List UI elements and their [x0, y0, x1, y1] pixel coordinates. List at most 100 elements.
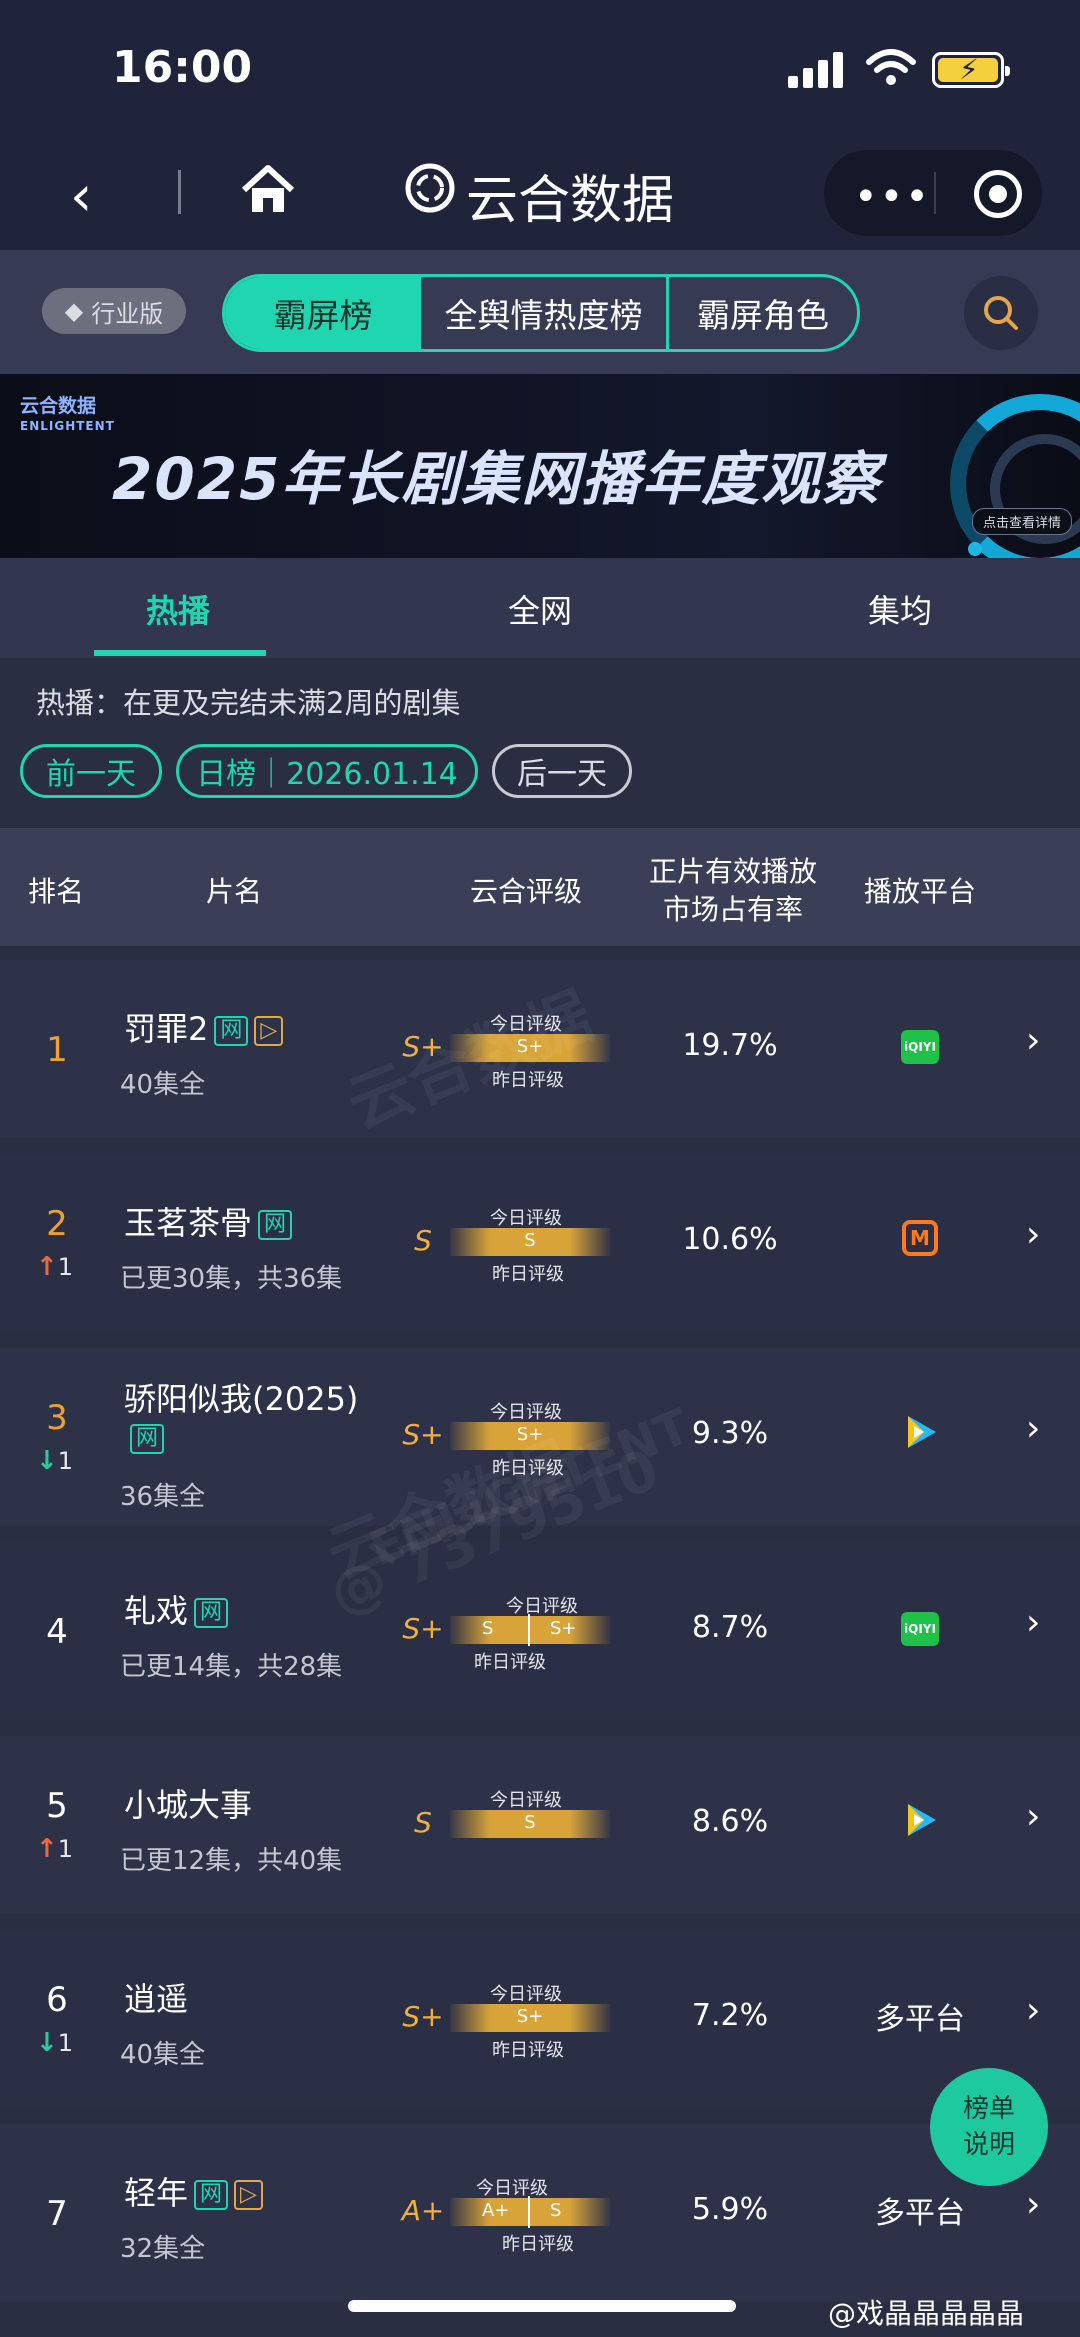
- drama-title: 轻年网 ▷: [124, 2168, 263, 2214]
- platform: iQIYI: [860, 1606, 980, 1646]
- episode-status: 已更12集，共40集: [120, 1846, 343, 1876]
- close-miniprogram-icon[interactable]: [974, 170, 1022, 218]
- network-drama-tag: 网: [214, 1016, 249, 1046]
- drama-title: 罚罪2 网 ▷: [124, 1004, 284, 1050]
- drama-title-text: 轻年: [124, 2174, 189, 2212]
- yesterday-rating-label: 昨日评级: [492, 1264, 564, 1285]
- table-row[interactable]: 7 轻年网 ▷ 32集全 A+ A+ S 今日评级 昨日评级 5.9% 多平台 ›: [0, 2124, 1080, 2302]
- episode-status: 已更14集，共28集: [120, 1652, 343, 1682]
- rating-grade: S: [414, 1806, 432, 1839]
- more-icon[interactable]: •••: [854, 174, 931, 220]
- arrow-down-icon: ↓: [36, 2028, 58, 2058]
- rating-grade: S+: [402, 1612, 444, 1645]
- episode-status: 40集全: [120, 1070, 206, 1100]
- header-share-line1: 正片有效播放: [648, 855, 817, 888]
- header-share-line2: 市场占有率: [662, 893, 803, 926]
- rating-bar-value: S: [524, 1812, 536, 1833]
- industry-edition-badge[interactable]: ◆ 行业版: [42, 288, 186, 334]
- subtab-hot[interactable]: 热播: [146, 586, 210, 632]
- table-row[interactable]: 2 ↑1 玉茗茶骨网已更30集，共36集 S S 今日评级 昨日评级 10.6% M ›: [0, 1154, 1080, 1332]
- status-bar: 16:00 ⚡: [0, 0, 1080, 140]
- mango-icon: M: [902, 1220, 938, 1256]
- tab-dominance-chart[interactable]: 霸屏榜: [225, 277, 421, 349]
- tencent-video-icon: [900, 1412, 940, 1460]
- industry-edition-label: 行业版: [91, 299, 164, 328]
- promo-banner[interactable]: 云合数据 ENLIGHTENT 2025年长剧集网播年度观察 点击查看详情: [0, 374, 1080, 558]
- today-rating-label: 今日评级: [490, 1790, 562, 1811]
- rating-bar: S: [450, 1810, 610, 1838]
- tencent-video-icon: [900, 1800, 940, 1848]
- home-icon[interactable]: [240, 162, 296, 218]
- drama-title: 玉茗茶骨网: [124, 1198, 293, 1244]
- rank-change: ↓1: [36, 1446, 73, 1476]
- subtab-per-episode[interactable]: 集均: [868, 586, 932, 632]
- subtab-all-network[interactable]: 全网: [508, 586, 572, 632]
- drama-title: 轧戏网: [124, 1586, 229, 1632]
- banner-detail-button[interactable]: 点击查看详情: [972, 508, 1073, 535]
- episode-status: 36集全: [120, 1482, 206, 1512]
- ranking-explanation-button[interactable]: 榜单 说明: [930, 2068, 1048, 2186]
- platform-text: 多平台: [875, 2002, 965, 2037]
- episode-status: 32集全: [120, 2234, 206, 2264]
- rating-grade: S+: [402, 2000, 444, 2033]
- ranking-tab-bar: ◆ 行业版 霸屏榜 全舆情热度榜 霸屏角色: [0, 250, 1080, 374]
- table-row[interactable]: 5 ↑1 小城大事 已更12集，共40集 S S 今日评级 8.6% ›: [0, 1736, 1080, 1914]
- wifi-icon: [866, 49, 916, 85]
- rank-number: 2: [46, 1204, 68, 1244]
- drama-title-text: 小城大事: [124, 1786, 253, 1824]
- search-icon[interactable]: [964, 276, 1038, 350]
- chevron-right-icon[interactable]: ›: [1026, 1796, 1040, 1837]
- chevron-right-icon[interactable]: ›: [1026, 1990, 1040, 2031]
- rating-bar-right: S: [550, 2200, 562, 2221]
- market-share: 7.2%: [691, 1998, 769, 2033]
- tab-dominant-roles[interactable]: 霸屏角色: [669, 277, 857, 349]
- platform: [860, 1800, 980, 1848]
- episode-status: 已更30集，共36集: [120, 1264, 343, 1294]
- home-indicator[interactable]: [348, 2300, 736, 2312]
- rank-number: 6: [46, 1980, 68, 2020]
- mini-program-nav: ‹ 云合数据 •••: [0, 140, 1080, 250]
- chevron-right-icon[interactable]: ›: [1026, 2184, 1040, 2225]
- exclusive-play-tag: ▷: [254, 1016, 284, 1046]
- market-share: 8.7%: [691, 1610, 769, 1645]
- current-date-button[interactable]: 日榜｜2026.01.14: [176, 744, 478, 798]
- platform: iQIYI: [860, 1024, 980, 1064]
- rating-grade: S: [414, 1224, 432, 1257]
- prev-day-button[interactable]: 前一天: [20, 744, 162, 798]
- banner-title: 2025年长剧集网播年度观察: [112, 445, 882, 513]
- ranking-segment: 霸屏榜 全舆情热度榜 霸屏角色: [222, 274, 860, 352]
- platform: M: [860, 1218, 980, 1256]
- iqiyi-icon: iQIYI: [901, 1030, 939, 1064]
- table-row[interactable]: 6 ↓1 逍遥 40集全 S+ S+ 今日评级 昨日评级 7.2% 多平台 ›: [0, 1930, 1080, 2108]
- chevron-right-icon[interactable]: ›: [1026, 1214, 1040, 1255]
- enlightent-logo-icon: [405, 163, 455, 213]
- market-share: 5.9%: [691, 2192, 769, 2227]
- chevron-right-icon[interactable]: ›: [1026, 1408, 1040, 1449]
- sub-tabs: 热播 全网 集均: [0, 558, 1080, 658]
- rating-bar: S: [450, 1228, 610, 1256]
- platform: 多平台: [860, 2188, 980, 2232]
- table-row[interactable]: 4 轧戏网已更14集，共28集 S+ S S+ 今日评级 昨日评级 8.7% iQIYI ›: [0, 1542, 1080, 1720]
- rank-number: 4: [46, 1612, 68, 1652]
- rating-bar-left: A+: [482, 2200, 510, 2221]
- rating-bar-right: S+: [550, 1618, 577, 1639]
- header-platform: 播放平台: [864, 875, 977, 908]
- today-rating-label: 今日评级: [490, 1984, 562, 2005]
- back-icon[interactable]: ‹: [70, 164, 92, 229]
- rating-bar-value: S: [524, 1230, 536, 1251]
- header-name: 片名: [206, 875, 263, 908]
- rank-change-value: 1: [57, 1253, 74, 1281]
- next-day-button[interactable]: 后一天: [492, 744, 632, 798]
- chevron-right-icon[interactable]: ›: [1026, 1602, 1040, 1643]
- drama-title-text: 玉茗茶骨: [124, 1204, 253, 1242]
- diamond-icon: ◆: [64, 297, 84, 325]
- status-time: 16:00: [112, 42, 253, 93]
- yesterday-rating-label: 昨日评级: [474, 1652, 546, 1673]
- rating-bar: S+: [450, 2004, 610, 2032]
- tab-public-opinion-heat[interactable]: 全舆情热度榜: [421, 277, 669, 349]
- rating-bar-value: S+: [516, 2006, 544, 2027]
- yesterday-rating-label: 昨日评级: [492, 2040, 564, 2061]
- rank-change: ↑1: [36, 1834, 73, 1864]
- network-drama-tag: 网: [194, 1598, 229, 1628]
- chevron-right-icon[interactable]: ›: [1026, 1020, 1040, 1061]
